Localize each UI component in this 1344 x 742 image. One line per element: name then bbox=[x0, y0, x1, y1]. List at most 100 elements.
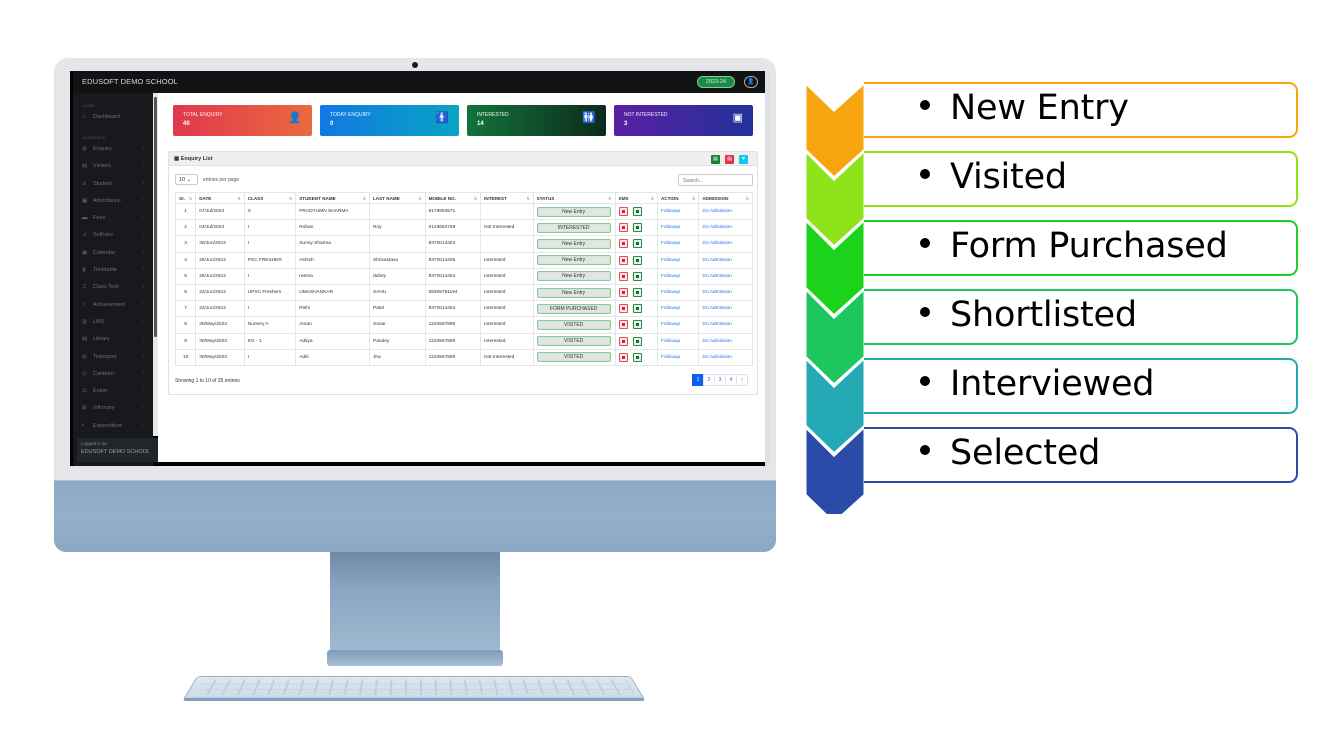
excel-export-button[interactable]: ▤ bbox=[711, 155, 720, 164]
status-button[interactable]: New Entry bbox=[536, 206, 611, 217]
sms-send-icon[interactable] bbox=[632, 271, 642, 281]
sms-reject-icon[interactable] bbox=[618, 223, 628, 233]
column-header-sr[interactable]: Sr. ⇅ bbox=[174, 192, 197, 204]
sidebar-item-class-test[interactable]: ♖ Class Test › bbox=[70, 279, 153, 296]
followup-link[interactable]: Followup bbox=[661, 274, 680, 279]
sidebar-item-label: Class Test bbox=[93, 284, 119, 291]
sidebar-item-dashboard[interactable]: ⌂ Dashboard bbox=[70, 108, 153, 125]
status-button[interactable]: New Entry bbox=[536, 255, 611, 266]
followup-link[interactable]: Followup bbox=[661, 209, 680, 214]
sms-send-icon[interactable] bbox=[632, 304, 642, 314]
status-button[interactable]: VISITED bbox=[536, 336, 611, 347]
sidebar-item-canteen[interactable]: ◎ Canteen › bbox=[70, 365, 153, 382]
sms-send-icon[interactable] bbox=[632, 288, 642, 298]
sidebar-item-infirmary[interactable]: ⊞ Infirmary › bbox=[70, 400, 153, 417]
go-admission-link[interactable]: Go Admission bbox=[702, 225, 732, 230]
status-button[interactable]: New Entry bbox=[536, 238, 611, 249]
stage-visited: Visited bbox=[864, 151, 1298, 207]
sidebar-item-achievement[interactable]: ♆ Achievement › bbox=[70, 296, 153, 313]
status-button[interactable]: FORM PURCHASED bbox=[536, 303, 611, 314]
sidebar-item-expenditure[interactable]: ▪ Expenditure › bbox=[70, 417, 153, 434]
sms-send-icon[interactable] bbox=[632, 223, 642, 233]
column-header-status[interactable]: STATUS ⇅ bbox=[532, 192, 616, 204]
next-page-button[interactable]: › bbox=[736, 374, 748, 386]
sms-send-icon[interactable] bbox=[632, 352, 642, 362]
status-button[interactable]: INTERESTED bbox=[536, 222, 611, 233]
stat-card-today-enquiry[interactable]: TODAY ENQUIRY 0 🚹 bbox=[320, 105, 459, 136]
go-admission-link[interactable]: Go Admission bbox=[702, 209, 732, 214]
status-button[interactable]: New Entry bbox=[536, 287, 611, 298]
column-header-last-name[interactable]: LAST NAME ⇅ bbox=[369, 192, 426, 204]
stat-card-interested[interactable]: INTERESTED 14 🚻 bbox=[467, 105, 606, 136]
go-admission-link[interactable]: Go Admission bbox=[702, 258, 732, 263]
column-header-student-name[interactable]: STUDENT NAME ⇅ bbox=[295, 192, 370, 204]
column-header-interest[interactable]: INTEREST ⇅ bbox=[480, 192, 534, 204]
cell-action: Followup bbox=[656, 202, 700, 221]
status-button[interactable]: VISITED bbox=[536, 352, 611, 363]
go-admission-link[interactable]: Go Admission bbox=[702, 241, 732, 246]
followup-link[interactable]: Followup bbox=[661, 258, 680, 263]
stat-card-not-interested[interactable]: NOT INTERESTED 3 ▣ bbox=[614, 105, 753, 136]
column-header-mobile-no[interactable]: MOBILE NO. ⇅ bbox=[424, 192, 482, 204]
sms-reject-icon[interactable] bbox=[618, 255, 628, 265]
sidebar-item-attendance[interactable]: ▦ Attendance › bbox=[70, 192, 153, 209]
go-admission-link[interactable]: Go Admission bbox=[702, 290, 732, 295]
sidebar-item-visitors[interactable]: ▤ Visitors › bbox=[70, 158, 153, 175]
followup-link[interactable]: Followup bbox=[661, 290, 680, 295]
status-button[interactable]: VISITED bbox=[536, 319, 611, 330]
chevron-right-icon: › bbox=[142, 162, 144, 169]
cell-date: 22/Jun/2023 bbox=[195, 283, 245, 302]
sms-send-icon[interactable] bbox=[632, 207, 642, 217]
sms-reject-icon[interactable] bbox=[618, 207, 628, 217]
sms-reject-icon[interactable] bbox=[618, 271, 628, 281]
filter-button[interactable]: ▼ bbox=[739, 155, 748, 164]
followup-link[interactable]: Followup bbox=[661, 322, 680, 327]
sidebar-item-transport[interactable]: ⊟ Transport › bbox=[70, 348, 153, 365]
sidebar-item-enquiry[interactable]: ◍ Enquiry › bbox=[70, 140, 153, 157]
sidebar-item-library[interactable]: ▤ Library › bbox=[70, 331, 153, 348]
followup-link[interactable]: Followup bbox=[661, 306, 680, 311]
sidebar-item-exam[interactable]: ⚖ Exam › bbox=[70, 382, 153, 399]
sidebar-item-fees[interactable]: ▬ Fees › bbox=[70, 209, 153, 226]
go-admission-link[interactable]: Go Admission bbox=[702, 274, 732, 279]
sidebar-item-student[interactable]: ♙ Student › bbox=[70, 175, 153, 192]
sms-send-icon[interactable] bbox=[632, 320, 642, 330]
sidebar-item-selfcare[interactable]: ↲ Selfcare › bbox=[70, 227, 153, 244]
followup-link[interactable]: Followup bbox=[661, 225, 680, 230]
sms-send-icon[interactable] bbox=[632, 239, 642, 249]
pdf-export-button[interactable]: ▤ bbox=[725, 155, 734, 164]
search-input[interactable]: Search... bbox=[678, 174, 753, 186]
user-icon[interactable]: 👤 bbox=[744, 76, 758, 88]
sms-reject-icon[interactable] bbox=[618, 336, 628, 346]
followup-link[interactable]: Followup bbox=[661, 339, 680, 344]
go-admission-link[interactable]: Go Admission bbox=[702, 339, 732, 344]
go-admission-link[interactable]: Go Admission bbox=[702, 306, 732, 311]
stat-card-total-enquiry[interactable]: TOTAL ENQUIRY 40 👤 bbox=[173, 105, 312, 136]
sms-reject-icon[interactable] bbox=[618, 288, 628, 298]
entries-select[interactable]: 10 ⌄ bbox=[175, 174, 198, 185]
status-button[interactable]: New Entry bbox=[536, 271, 611, 282]
session-badge[interactable]: 2023-24 bbox=[697, 76, 735, 88]
sms-reject-icon[interactable] bbox=[618, 320, 628, 330]
column-header-admission[interactable]: ADMISSION ⇅ bbox=[698, 192, 753, 204]
column-header-sms[interactable]: SMS ⇅ bbox=[614, 192, 658, 204]
go-admission-link[interactable]: Go Admission bbox=[702, 355, 732, 360]
brand-name[interactable]: EDUSOFT DEMO SCHOOL bbox=[82, 77, 178, 86]
sidebar-item-lms[interactable]: ▥ LMS › bbox=[70, 313, 153, 330]
sms-send-icon[interactable] bbox=[632, 255, 642, 265]
sms-reject-icon[interactable] bbox=[618, 239, 628, 249]
column-header-action[interactable]: ACTION ⇅ bbox=[656, 192, 700, 204]
sms-reject-icon[interactable] bbox=[618, 304, 628, 314]
panel-header: ▦ Enquiry List ▤ ▤ ▼ bbox=[169, 152, 757, 166]
followup-link[interactable]: Followup bbox=[661, 355, 680, 360]
sms-send-icon[interactable] bbox=[632, 336, 642, 346]
followup-link[interactable]: Followup bbox=[661, 241, 680, 246]
sidebar-item-timetable[interactable]: ⧗ Timetable › bbox=[70, 261, 153, 278]
go-admission-link[interactable]: Go Admission bbox=[702, 322, 732, 327]
sidebar-item-calendar[interactable]: ▦ Calendar › bbox=[70, 244, 153, 261]
column-header-class[interactable]: CLASS ⇅ bbox=[243, 192, 297, 204]
cell-admission: Go Admission bbox=[698, 348, 753, 366]
column-header-date[interactable]: DATE ⇅ bbox=[195, 192, 245, 204]
sort-icon: ⇅ bbox=[745, 196, 749, 201]
sms-reject-icon[interactable] bbox=[618, 352, 628, 362]
